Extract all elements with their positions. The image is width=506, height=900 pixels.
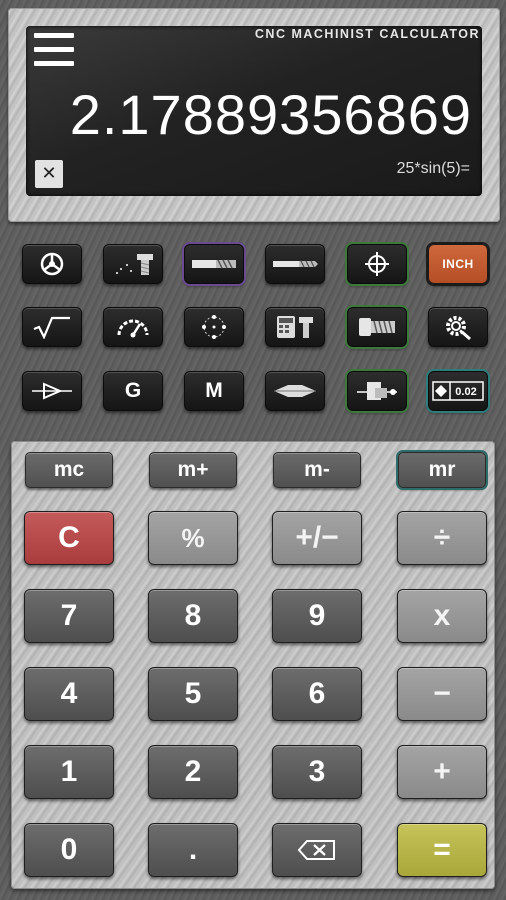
bolt-circle-icon <box>202 315 226 339</box>
digit-0-button[interactable]: 0 <box>24 823 114 877</box>
percent-button[interactable]: % <box>148 511 238 565</box>
steering-wheel-icon <box>40 252 64 276</box>
equals-button[interactable]: = <box>397 823 487 877</box>
menu-icon[interactable] <box>34 33 74 67</box>
clear-button[interactable]: C <box>24 511 114 565</box>
digit-6-button[interactable]: 6 <box>272 667 362 721</box>
app-title: CNC MACHINIST CALCULATOR <box>254 27 480 41</box>
thread-cutting-icon <box>116 254 153 275</box>
plus-button[interactable]: + <box>397 745 487 799</box>
square-root-button[interactable] <box>22 307 82 347</box>
taper-icon <box>32 382 72 400</box>
clear-entry-button[interactable]: ✕ <box>35 160 63 188</box>
drill-bit-button[interactable] <box>265 244 325 284</box>
digit-7-button[interactable]: 7 <box>24 589 114 643</box>
result-display: 2.17889356869 <box>69 83 472 146</box>
g-code-button[interactable]: G <box>103 371 163 411</box>
expression-display: 25*sin(5)= <box>396 160 470 177</box>
decimal-button[interactable]: . <box>148 823 238 877</box>
chamfer-button[interactable] <box>265 371 325 411</box>
divide-button[interactable]: ÷ <box>397 511 487 565</box>
keypad-panel <box>11 441 495 889</box>
end-mill-button[interactable] <box>184 244 244 284</box>
tolerance-label: 0.02 <box>455 386 476 398</box>
g-code-label: G <box>124 379 142 402</box>
memory-add-button[interactable]: m+ <box>149 452 237 488</box>
screw-button[interactable] <box>347 307 407 347</box>
thread-cutting-button[interactable] <box>103 244 163 284</box>
backspace-button[interactable] <box>272 823 362 877</box>
crosshair-icon <box>365 252 389 276</box>
plus-minus-button[interactable]: +/− <box>272 511 362 565</box>
gear-search-icon <box>446 316 471 341</box>
gear-search-button[interactable] <box>428 307 488 347</box>
backspace-icon <box>297 840 335 860</box>
multiply-button[interactable]: x <box>397 589 487 643</box>
m-code-label: M <box>205 379 223 402</box>
memory-subtract-button[interactable]: m- <box>273 452 361 488</box>
memory-clear-button[interactable]: mc <box>25 452 113 488</box>
digit-2-button[interactable]: 2 <box>148 745 238 799</box>
steering-wheel-button[interactable] <box>22 244 82 284</box>
speedometer-button[interactable] <box>103 307 163 347</box>
tolerance-button[interactable]: 0.02 <box>428 371 488 411</box>
tolerance-icon: 0.02 <box>432 381 484 401</box>
inch-label: INCH <box>442 257 474 271</box>
tool-holder-button[interactable] <box>347 371 407 411</box>
digit-9-button[interactable]: 9 <box>272 589 362 643</box>
speedometer-icon <box>117 319 149 338</box>
drill-bit-icon <box>273 260 318 268</box>
tool-holder-icon <box>357 382 397 400</box>
digit-4-button[interactable]: 4 <box>24 667 114 721</box>
m-code-button[interactable]: M <box>184 371 244 411</box>
digit-1-button[interactable]: 1 <box>24 745 114 799</box>
digit-3-button[interactable]: 3 <box>272 745 362 799</box>
chamfer-icon <box>274 385 316 397</box>
taper-button[interactable] <box>22 371 82 411</box>
screw-icon <box>359 318 395 336</box>
digit-8-button[interactable]: 8 <box>148 589 238 643</box>
calculator-bolt-button[interactable] <box>265 307 325 347</box>
minus-button[interactable]: − <box>397 667 487 721</box>
bolt-circle-button[interactable] <box>184 307 244 347</box>
inch-toggle-button[interactable]: INCH <box>428 244 488 284</box>
end-mill-icon <box>192 259 236 269</box>
calculator-bolt-icon <box>277 316 313 338</box>
crosshair-button[interactable] <box>347 244 407 284</box>
memory-recall-button[interactable]: mr <box>398 452 486 488</box>
square-root-icon <box>33 316 70 339</box>
digit-5-button[interactable]: 5 <box>148 667 238 721</box>
